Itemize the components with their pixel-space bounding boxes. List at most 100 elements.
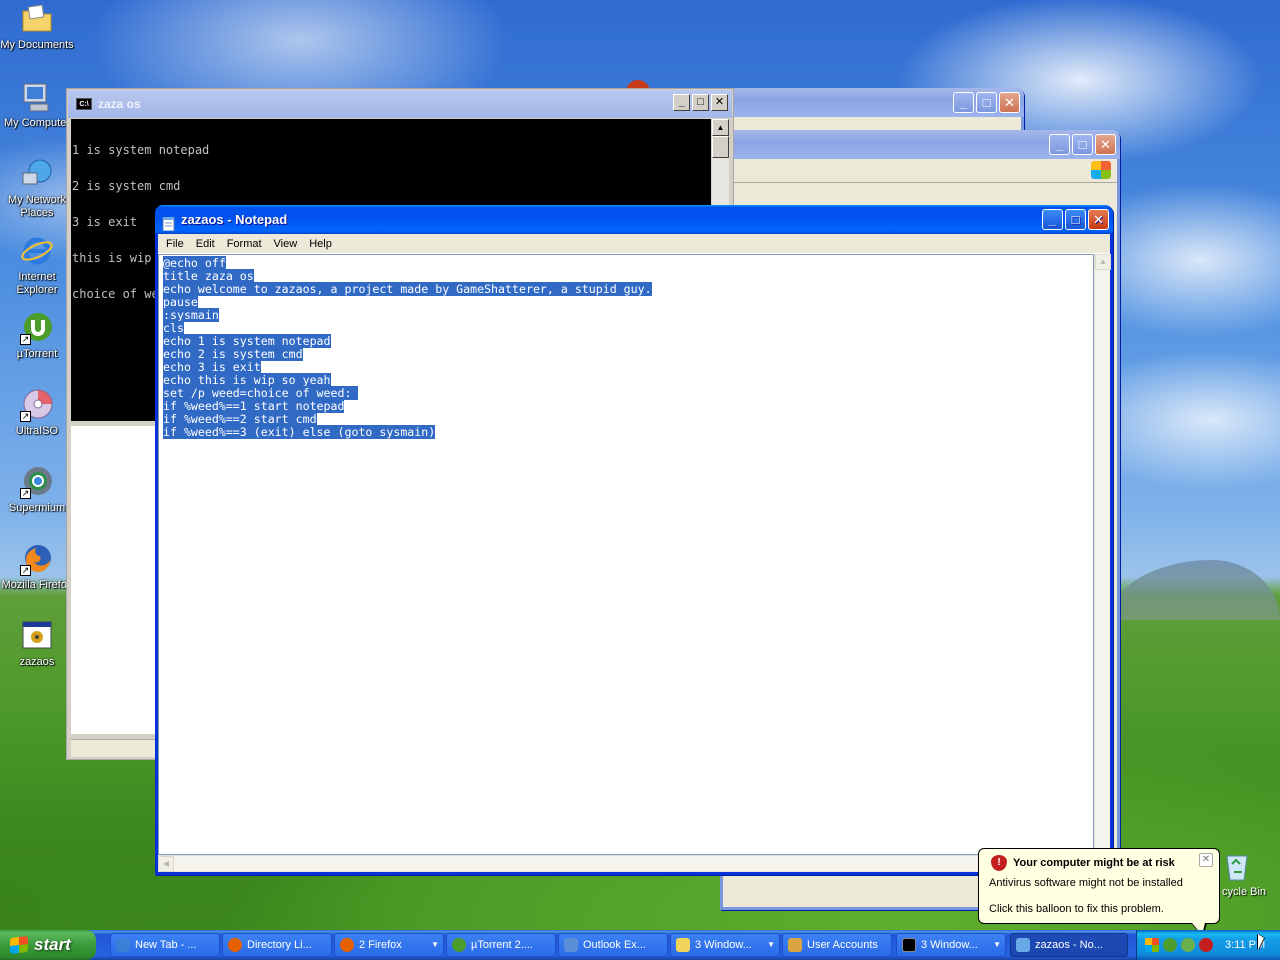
taskbar-item-notepad[interactable]: zazaos - No... bbox=[1010, 933, 1128, 957]
desktop-icon-my-documents[interactable]: My Documents bbox=[0, 2, 74, 52]
windows-update-icon[interactable] bbox=[1145, 938, 1159, 952]
minimize-button[interactable]: _ bbox=[1042, 209, 1063, 230]
close-button[interactable]: ✕ bbox=[1095, 134, 1116, 155]
supermium-icon: ↗ bbox=[20, 465, 54, 499]
security-center-icon[interactable] bbox=[1199, 938, 1213, 952]
taskbar-item-label: 2 Firefox bbox=[359, 939, 402, 951]
shortcut-arrow-icon: ↗ bbox=[20, 565, 31, 576]
desktop-icon-label: Mozilla Firefox bbox=[1, 579, 73, 591]
taskbar-item-label: Outlook Ex... bbox=[583, 939, 646, 951]
menu-view[interactable]: View bbox=[268, 234, 304, 253]
menu-edit[interactable]: Edit bbox=[190, 234, 221, 253]
chevron-down-icon: ▼ bbox=[993, 940, 1001, 949]
console-line: 2 is system cmd bbox=[72, 179, 181, 193]
taskbar-item-utorrent[interactable]: µTorrent 2.... bbox=[446, 933, 556, 957]
maximize-button[interactable]: □ bbox=[976, 92, 997, 113]
recycle-bin-icon bbox=[1226, 855, 1248, 881]
scroll-left-arrow-icon[interactable]: ◀ bbox=[158, 856, 174, 872]
utorrent-icon: ↗ bbox=[20, 311, 54, 345]
batch-file-icon bbox=[20, 619, 54, 653]
notepad-vertical-scrollbar[interactable]: ▲ bbox=[1094, 254, 1111, 855]
desktop-icon-label: My Documents bbox=[0, 39, 74, 51]
taskbar: start New Tab - ... Directory Li... 2 Fi… bbox=[0, 930, 1280, 960]
minimize-button[interactable]: _ bbox=[673, 94, 690, 111]
chevron-down-icon: ▼ bbox=[767, 940, 775, 949]
text-line: echo welcome to zazaos, a project made b… bbox=[163, 282, 652, 296]
folder-documents-icon bbox=[20, 2, 54, 36]
notepad-horizontal-scrollbar[interactable]: ◀ bbox=[158, 855, 1094, 872]
taskbar-item-label: New Tab - ... bbox=[135, 939, 197, 951]
background-window-titlebar[interactable]: _ □ ✕ bbox=[700, 88, 1024, 117]
taskbar-group-console[interactable]: 3 Window... ▼ bbox=[896, 933, 1006, 957]
taskbar-item-label: 3 Window... bbox=[695, 939, 752, 951]
taskbar-item-user-accounts[interactable]: User Accounts bbox=[782, 933, 892, 957]
desktop-icon-label: My Computer bbox=[3, 117, 71, 129]
desktop-icon-utorrent[interactable]: ↗ µTorrent bbox=[0, 311, 74, 361]
menu-format[interactable]: Format bbox=[221, 234, 268, 253]
utorrent-icon bbox=[452, 938, 466, 952]
minimize-button[interactable]: _ bbox=[953, 92, 974, 113]
desktop-icon-label: UltraISO bbox=[15, 425, 59, 437]
desktop-icon-label: Supermium bbox=[8, 502, 66, 514]
desktop-icon-label: zazaos bbox=[19, 656, 55, 668]
notepad-titlebar[interactable]: zazaos - Notepad _ □ ✕ bbox=[155, 205, 1113, 234]
mouse-cursor-icon bbox=[1258, 934, 1264, 950]
shortcut-arrow-icon: ↗ bbox=[20, 334, 31, 345]
console-titlebar[interactable]: C:\ zaza os _ □ ✕ bbox=[68, 90, 732, 118]
minimize-button[interactable]: _ bbox=[1049, 134, 1070, 155]
taskbar-group-firefox[interactable]: 2 Firefox ▼ bbox=[334, 933, 444, 957]
taskbar-item-label: zazaos - No... bbox=[1035, 939, 1103, 951]
network-icon bbox=[20, 157, 54, 191]
desktop-icon-zazaos[interactable]: zazaos bbox=[0, 619, 74, 669]
outlook-express-icon bbox=[564, 938, 578, 952]
security-balloon[interactable]: ! Your computer might be at risk ✕ Antiv… bbox=[978, 848, 1220, 937]
menu-help[interactable]: Help bbox=[303, 234, 338, 253]
windows-flag-icon bbox=[10, 936, 28, 954]
desktop-icon-my-computer[interactable]: My Computer bbox=[0, 80, 74, 130]
close-button[interactable]: ✕ bbox=[711, 94, 728, 111]
utorrent-tray-icon[interactable] bbox=[1163, 938, 1177, 952]
console-title: zaza os bbox=[98, 97, 141, 111]
notepad-window[interactable]: zazaos - Notepad _ □ ✕ File Edit Format … bbox=[155, 205, 1113, 875]
network-tray-icon[interactable] bbox=[1181, 938, 1195, 952]
text-line: :sysmain bbox=[163, 308, 219, 322]
desktop-icon-mozilla-firefox[interactable]: ↗ Mozilla Firefox bbox=[0, 542, 74, 592]
console-lower-pane bbox=[71, 426, 155, 734]
user-accounts-icon bbox=[788, 938, 802, 952]
scroll-up-arrow-icon[interactable]: ▲ bbox=[1095, 254, 1111, 270]
notepad-text[interactable]: @echo off title zaza os echo welcome to … bbox=[163, 256, 652, 439]
ultraiso-icon: ↗ bbox=[20, 388, 54, 422]
desktop-icon-internet-explorer[interactable]: Internet Explorer bbox=[0, 234, 74, 297]
taskbar-group-windows-explorer[interactable]: 3 Window... ▼ bbox=[670, 933, 780, 957]
balloon-title-row: ! Your computer might be at risk bbox=[989, 855, 1209, 871]
close-button[interactable]: ✕ bbox=[999, 92, 1020, 113]
background-window-titlebar[interactable]: _ □ ✕ bbox=[720, 130, 1120, 159]
desktop-icon-ultraiso[interactable]: ↗ UltraISO bbox=[0, 388, 74, 438]
firefox-icon: ↗ bbox=[20, 542, 54, 576]
taskbar-item-label: Directory Li... bbox=[247, 939, 312, 951]
start-button[interactable]: start bbox=[0, 930, 96, 960]
shortcut-arrow-icon: ↗ bbox=[20, 488, 31, 499]
notepad-text-area[interactable]: @echo off title zaza os echo welcome to … bbox=[158, 254, 1094, 855]
maximize-button[interactable]: □ bbox=[1065, 209, 1086, 230]
desktop-icon-supermium[interactable]: ↗ Supermium bbox=[0, 465, 74, 515]
balloon-message: Antivirus software might not be installe… bbox=[989, 877, 1183, 889]
close-button[interactable]: ✕ bbox=[1088, 209, 1109, 230]
maximize-button[interactable]: □ bbox=[1072, 134, 1093, 155]
security-shield-icon: ! bbox=[991, 855, 1007, 871]
scroll-up-arrow-icon[interactable]: ▲ bbox=[712, 119, 729, 136]
scroll-thumb[interactable] bbox=[712, 136, 729, 158]
taskbar-item-outlook-express[interactable]: Outlook Ex... bbox=[558, 933, 668, 957]
balloon-close-button[interactable]: ✕ bbox=[1199, 853, 1213, 867]
notepad-title: zazaos - Notepad bbox=[181, 212, 288, 227]
text-line: pause bbox=[163, 295, 198, 309]
desktop-icon-recycle-bin[interactable]: cycle Bin bbox=[1214, 850, 1280, 898]
maximize-button[interactable]: □ bbox=[692, 94, 709, 111]
desktop-icon-my-network-places[interactable]: My Network Places bbox=[0, 157, 74, 220]
taskbar-item-new-tab[interactable]: New Tab - ... bbox=[110, 933, 220, 957]
menu-file[interactable]: File bbox=[160, 234, 190, 253]
balloon-title: Your computer might be at risk bbox=[1013, 857, 1175, 869]
taskbar-item-directory-listing[interactable]: Directory Li... bbox=[222, 933, 332, 957]
start-label: start bbox=[34, 935, 71, 954]
balloon-action-text[interactable]: Click this balloon to fix this problem. bbox=[989, 903, 1209, 916]
